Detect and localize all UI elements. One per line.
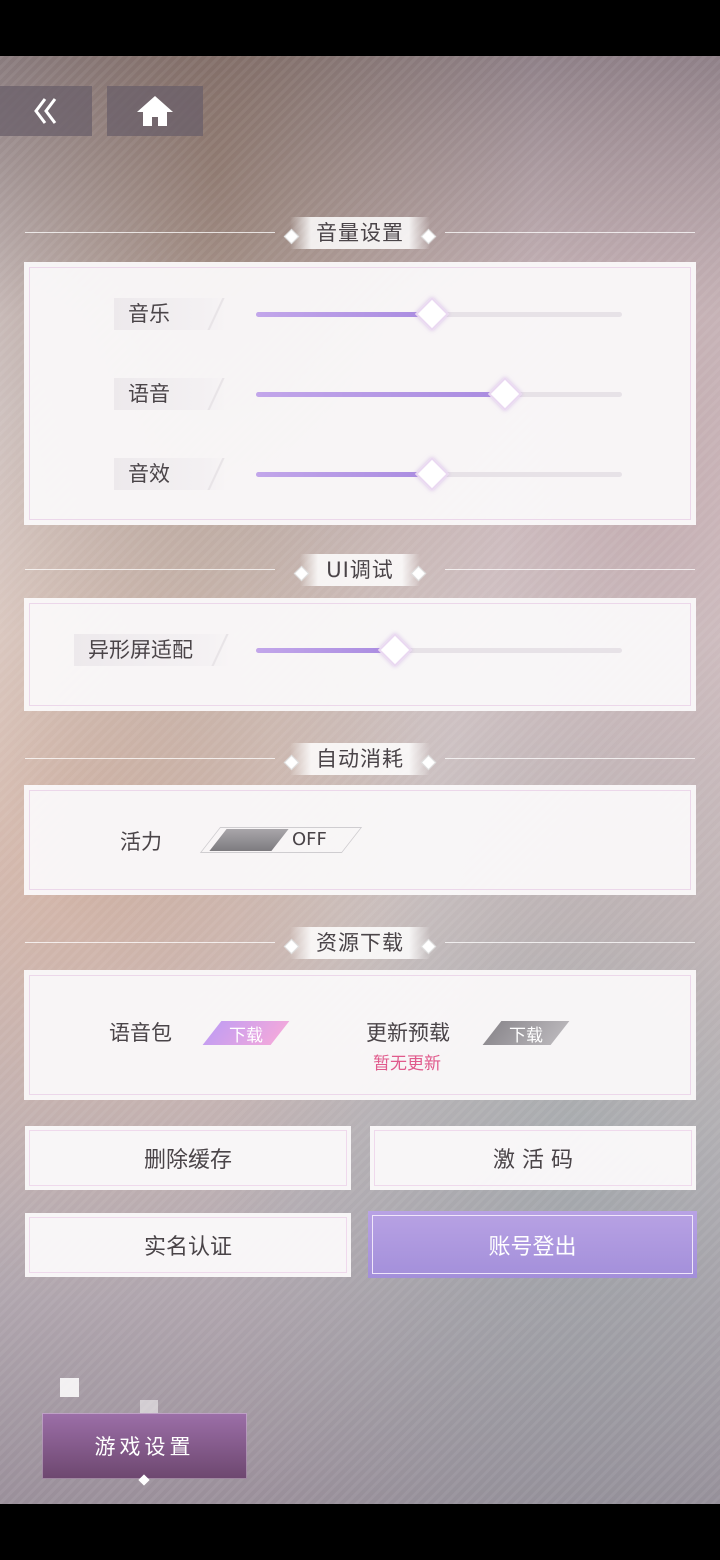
- section-title-volume: 音量设置: [316, 221, 404, 245]
- music-slider[interactable]: [256, 297, 622, 331]
- auto-consume-panel: 活力 OFF: [24, 785, 696, 895]
- notch-adapt-slider-fill: [256, 648, 396, 653]
- logout-button[interactable]: 账号登出: [368, 1211, 697, 1278]
- vitality-label: 活力: [120, 830, 162, 854]
- update-preload-label: 更新预载: [366, 1021, 450, 1045]
- vitality-toggle[interactable]: OFF: [199, 827, 363, 853]
- voice-slider-knob[interactable]: [487, 377, 522, 411]
- music-slider-knob[interactable]: [414, 297, 449, 331]
- navigation-bar: [0, 1504, 720, 1560]
- music-label: 音乐: [114, 298, 228, 330]
- game-settings-tab[interactable]: 游戏设置: [42, 1413, 247, 1486]
- sfx-slider-fill: [256, 472, 432, 477]
- ui-debug-panel: 异形屏适配: [24, 598, 696, 711]
- back-button[interactable]: [0, 86, 92, 136]
- voice-slider-fill: [256, 392, 505, 397]
- music-slider-fill: [256, 312, 432, 317]
- home-icon: [137, 96, 173, 126]
- voice-pack-label: 语音包: [109, 1021, 172, 1045]
- update-preload-download-label: 下载: [509, 1025, 543, 1046]
- section-header-ui-debug: UI调试: [25, 550, 695, 590]
- voice-slider[interactable]: [256, 377, 622, 411]
- decor-square: [60, 1378, 79, 1397]
- double-chevron-left-icon: [34, 98, 57, 124]
- section-header-resources: 资源下载: [25, 923, 695, 963]
- status-bar: [0, 0, 720, 56]
- sfx-slider[interactable]: [256, 457, 622, 491]
- real-name-verify-button[interactable]: 实名认证: [25, 1213, 351, 1277]
- sfx-slider-knob[interactable]: [414, 457, 449, 491]
- section-title-auto-consume: 自动消耗: [316, 747, 404, 771]
- update-status: 暂无更新: [373, 1054, 441, 1074]
- sfx-label: 音效: [114, 458, 228, 490]
- voice-pack-download-label: 下载: [229, 1025, 263, 1046]
- section-header-volume: 音量设置: [25, 213, 695, 253]
- section-title-resources: 资源下载: [316, 931, 404, 955]
- section-header-auto-consume: 自动消耗: [25, 739, 695, 779]
- voice-pack-download-button[interactable]: 下载: [202, 1021, 290, 1046]
- notch-adapt-slider[interactable]: [256, 633, 622, 667]
- notch-adapt-label: 异形屏适配: [74, 634, 232, 666]
- resources-panel: 语音包 下载 更新预载 暂无更新 下载: [24, 970, 696, 1100]
- notch-adapt-slider-knob[interactable]: [378, 633, 413, 667]
- activation-code-button[interactable]: 激 活 码: [370, 1126, 696, 1190]
- vitality-toggle-state: OFF: [292, 829, 327, 850]
- voice-label: 语音: [114, 378, 228, 410]
- clear-cache-button[interactable]: 删除缓存: [25, 1126, 351, 1190]
- section-title-ui-debug: UI调试: [326, 558, 394, 582]
- volume-panel: 音乐 语音 音效: [24, 262, 696, 525]
- update-preload-download-button[interactable]: 下载: [482, 1021, 570, 1046]
- home-button[interactable]: [107, 86, 203, 136]
- game-settings-tab-label: 游戏设置: [94, 1435, 195, 1459]
